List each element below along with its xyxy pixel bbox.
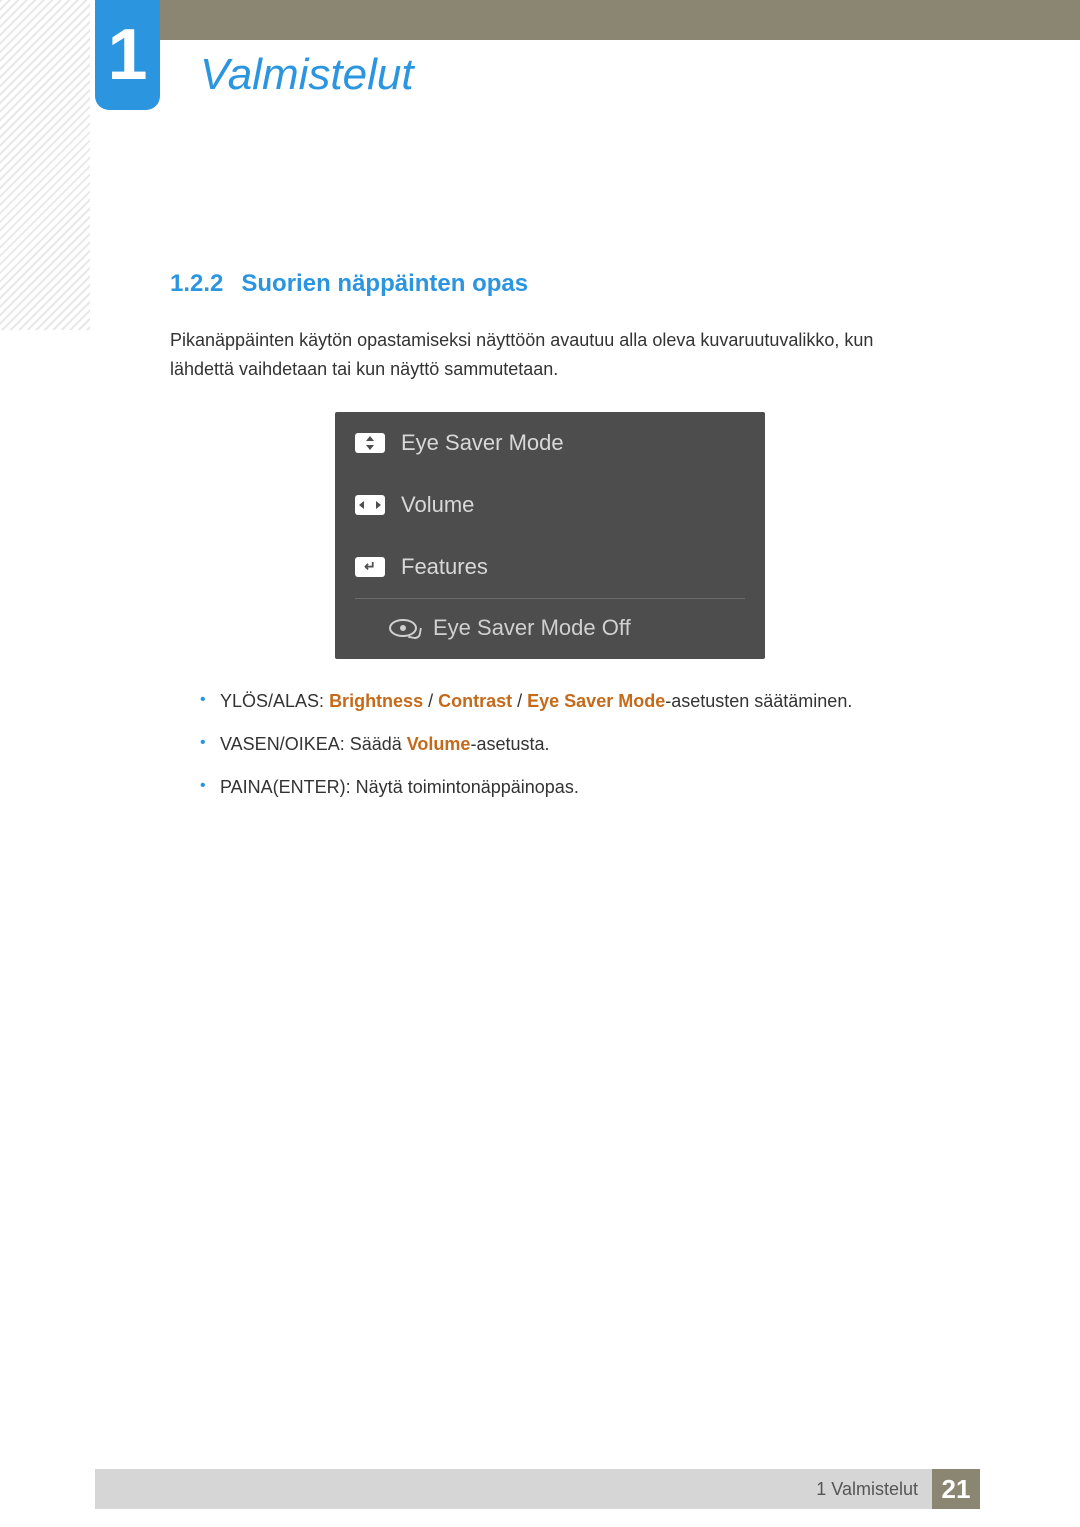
osd-status-row: Eye Saver Mode Off — [355, 598, 745, 659]
updown-icon — [355, 433, 385, 453]
bullet-list: YLÖS/ALAS: Brightness / Contrast / Eye S… — [200, 689, 930, 801]
footer-label: 1 Valmistelut — [816, 1479, 932, 1500]
enter-icon — [355, 557, 385, 577]
list-item: YLÖS/ALAS: Brightness / Contrast / Eye S… — [200, 689, 930, 714]
header-pattern — [0, 0, 90, 330]
chapter-title: Valmistelut — [200, 50, 414, 100]
highlight: Eye Saver Mode — [527, 691, 665, 711]
list-item: VASEN/OIKEA: Säädä Volume-asetusta. — [200, 732, 930, 757]
osd-status-label: Eye Saver Mode Off — [433, 615, 631, 641]
page-number: 21 — [932, 1469, 980, 1509]
highlight: Brightness — [329, 691, 423, 711]
header-bar — [95, 0, 1080, 40]
section-number: 1.2.2 — [170, 270, 223, 297]
osd-row-label: Eye Saver Mode — [401, 430, 564, 456]
highlight: Volume — [407, 734, 471, 754]
osd-panel: Eye Saver Mode Volume Features Eye Saver… — [335, 412, 765, 659]
osd-row: Features — [335, 536, 765, 598]
chapter-badge: 1 — [95, 0, 160, 110]
eye-icon — [389, 619, 417, 637]
osd-row: Volume — [335, 474, 765, 536]
section-heading: 1.2.2 Suorien näppäinten opas — [170, 270, 930, 298]
main-content: 1.2.2 Suorien näppäinten opas Pikanäppäin… — [170, 270, 930, 818]
section-title: Suorien näppäinten opas — [241, 270, 528, 297]
osd-row-label: Features — [401, 554, 488, 580]
intro-paragraph: Pikanäppäinten käytön opastamiseksi näyt… — [170, 326, 930, 384]
footer-bar: 1 Valmistelut 21 — [95, 1469, 980, 1509]
osd-row-label: Volume — [401, 492, 474, 518]
leftright-icon — [355, 495, 385, 515]
chapter-number: 1 — [107, 19, 147, 91]
osd-row: Eye Saver Mode — [335, 412, 765, 474]
highlight: Contrast — [438, 691, 512, 711]
list-item: PAINA(ENTER): Näytä toimintonäppäinopas. — [200, 775, 930, 800]
